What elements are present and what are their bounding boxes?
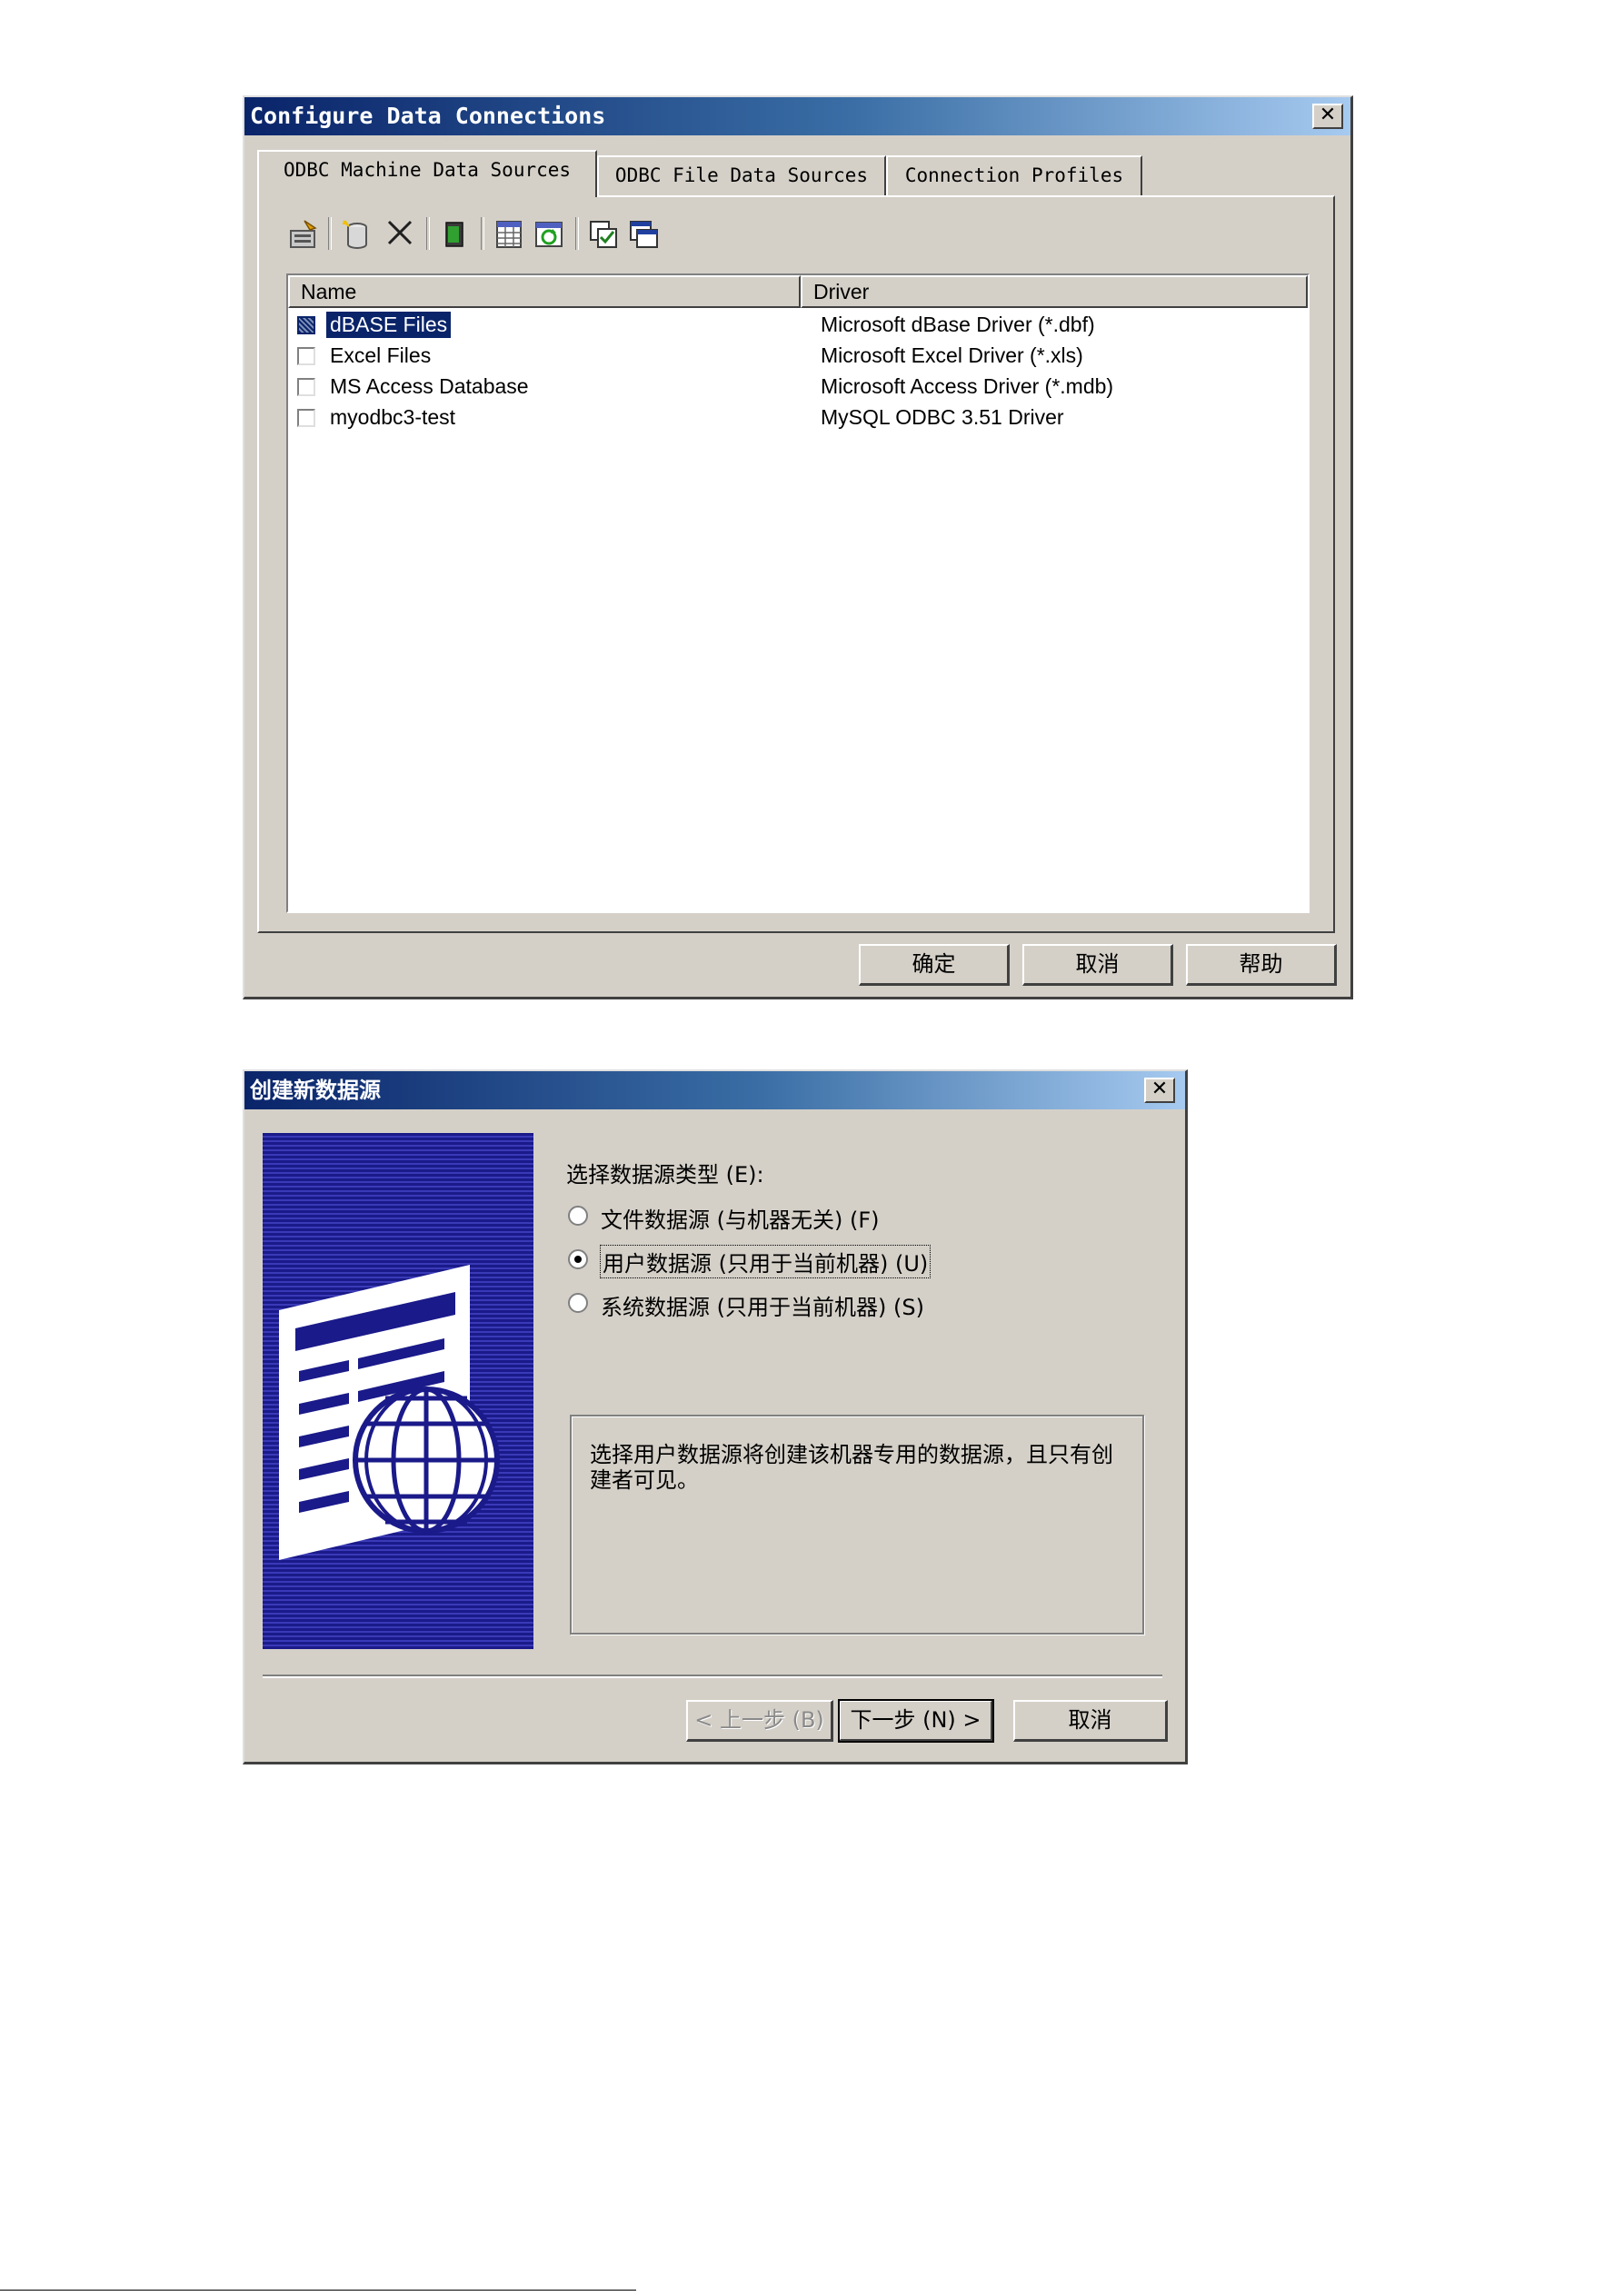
copy-icon[interactable] [588,219,619,250]
tab-connection-profiles[interactable]: Connection Profiles [886,155,1142,195]
cancel-button[interactable]: 取消 [1013,1700,1168,1742]
row-driver: MySQL ODBC 3.51 Driver [821,405,1064,429]
radio-label: 文件数据源 (与机器无关) (F) [601,1208,880,1233]
toolbar-separator [575,217,579,250]
radio-button[interactable] [568,1249,588,1269]
row-checkbox[interactable] [297,378,315,396]
row-name: MS Access Database [330,374,529,398]
title-bar[interactable]: Configure Data Connections [244,97,1350,135]
tab-label: ODBC File Data Sources [614,164,869,186]
row-name: dBASE Files [324,311,453,339]
toolbar-separator [481,217,484,250]
button-label: 取消 [1075,951,1120,977]
toolbar [259,197,1333,270]
toolbar-separator [426,217,430,250]
row-checkbox[interactable] [297,316,315,334]
radio-file-data-source[interactable]: 文件数据源 (与机器无关) (F) [568,1202,1041,1233]
table-row[interactable]: dBASE Files Microsoft dBase Driver (*.db… [288,310,1308,341]
grid-icon[interactable] [493,219,524,250]
row-driver: Microsoft Access Driver (*.mdb) [821,374,1114,398]
create-new-data-source-dialog: 创建新数据源 ✕ 选择数据源类型 (E): 文件数据源 (与机器无关) (F) … [243,1069,1188,1764]
close-button[interactable]: ✕ [1144,1078,1175,1103]
radio-button[interactable] [568,1293,588,1313]
properties-icon[interactable] [288,219,319,250]
description-text: 选择用户数据源将创建该机器专用的数据源，且只有创建者可见。 [590,1442,1113,1493]
data-sources-list[interactable]: Name Driver dBASE Files Microsoft dBase … [286,273,1310,913]
refresh-icon[interactable] [533,219,564,250]
radio-button[interactable] [568,1206,588,1226]
new-database-icon[interactable] [341,219,372,250]
close-icon: ✕ [1319,104,1337,126]
row-driver: Microsoft dBase Driver (*.dbf) [821,313,1095,336]
tab-panel: Name Driver dBASE Files Microsoft dBase … [257,195,1335,933]
row-name: myodbc3-test [330,405,456,429]
next-button[interactable]: 下一步 (N) > [838,1699,994,1743]
radio-label: 用户数据源 (只用于当前机器) (U) [599,1245,932,1278]
back-button[interactable]: < 上一步 (B) [686,1700,833,1742]
odbc-admin-icon[interactable] [439,219,470,250]
toolbar-separator [328,217,332,250]
tab-label: ODBC Machine Data Sources [283,159,572,181]
title-bar[interactable]: 创建新数据源 [244,1071,1185,1109]
row-driver: Microsoft Excel Driver (*.xls) [821,343,1083,367]
row-checkbox[interactable] [297,347,315,365]
table-row[interactable]: Excel Files Microsoft Excel Driver (*.xl… [288,341,1308,372]
button-label: 确定 [912,951,956,977]
close-button[interactable]: ✕ [1312,104,1343,129]
cancel-button[interactable]: 取消 [1022,944,1173,986]
radio-system-data-source[interactable]: 系统数据源 (只用于当前机器) (S) [568,1289,1041,1320]
tab-odbc-file-data-sources[interactable]: ODBC File Data Sources [597,155,886,195]
table-row[interactable]: myodbc3-test MySQL ODBC 3.51 Driver [288,403,1308,433]
page-footer-line [0,2290,636,2291]
column-label: Name [301,280,357,303]
data-source-type-prompt: 选择数据源类型 (E): [566,1162,764,1188]
wizard-illustration [263,1133,533,1649]
row-checkbox[interactable] [297,409,315,427]
tab-label: Connection Profiles [904,164,1124,186]
description-box: 选择用户数据源将创建该机器专用的数据源，且只有创建者可见。 [570,1415,1144,1635]
ok-button[interactable]: 确定 [859,944,1010,986]
dialog-title: Configure Data Connections [250,103,606,129]
tab-odbc-machine-data-sources[interactable]: ODBC Machine Data Sources [257,150,597,197]
radio-user-data-source[interactable]: 用户数据源 (只用于当前机器) (U) [568,1245,1041,1278]
table-row[interactable]: MS Access Database Microsoft Access Driv… [288,372,1308,403]
button-label: 下一步 (N) > [850,1707,981,1733]
divider [263,1675,1162,1678]
close-icon: ✕ [1151,1078,1169,1100]
button-label: 取消 [1068,1707,1112,1733]
column-header-driver[interactable]: Driver [801,275,1308,308]
delete-icon[interactable] [384,217,415,248]
help-button[interactable]: 帮助 [1186,944,1337,986]
dialog-title: 创建新数据源 [250,1078,381,1103]
radio-label: 系统数据源 (只用于当前机器) (S) [601,1295,924,1320]
column-header-name[interactable]: Name [288,275,801,308]
window-icon[interactable] [628,219,659,250]
button-label: < 上一步 (B) [694,1707,824,1733]
configure-data-connections-dialog: Configure Data Connections ✕ ODBC Machin… [243,95,1353,999]
button-label: 帮助 [1239,951,1283,977]
row-name: Excel Files [330,343,432,367]
column-label: Driver [813,280,870,303]
data-source-globe-icon [279,1265,500,1560]
